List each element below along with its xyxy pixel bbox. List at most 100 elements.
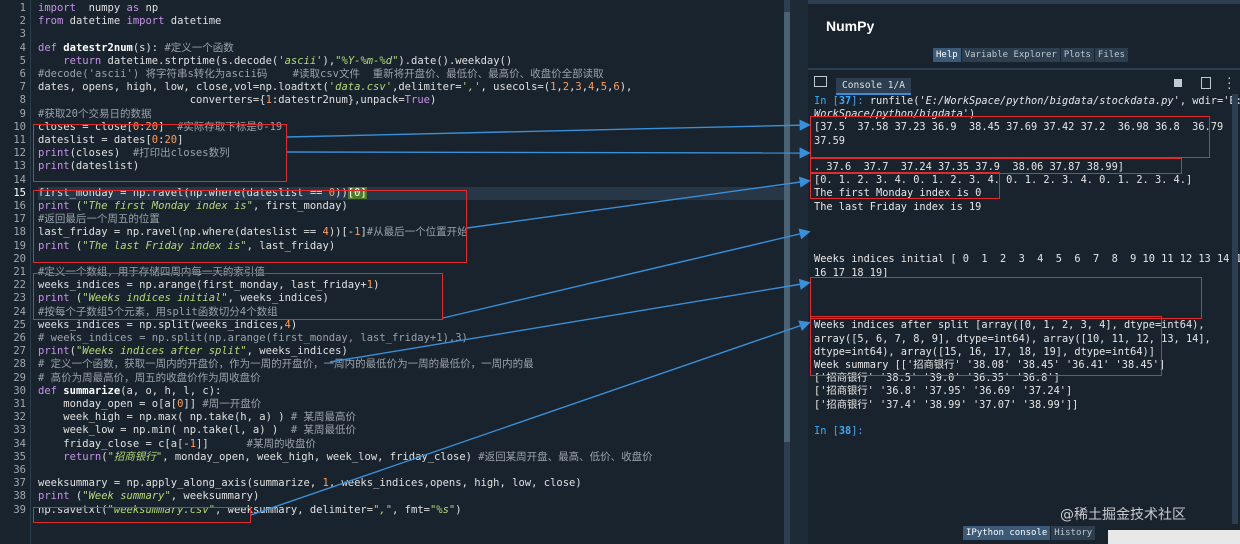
code-token: "%Y-%m-%d" [335, 54, 399, 67]
code-line[interactable]: # 高价为周最高价，周五的收盘价作为周收盘价 [38, 372, 261, 385]
line-number: 24 [13, 305, 26, 318]
line-number: 21 [13, 266, 26, 278]
line-number: 23 [13, 292, 26, 305]
code-token: , wdir='E:/ [1179, 95, 1240, 107]
code-editor[interactable]: 1 2 3 4 5 6 7 8 9 10 11 12 13 14 15 16 17 18 19 20 21 22 23 24 2… [0, 0, 790, 544]
tab-help[interactable]: Help [933, 48, 962, 62]
tab-files[interactable]: Files [1094, 48, 1129, 62]
code-line[interactable]: return("招商银行", monday_open, week_high, w… [38, 450, 652, 464]
code-token: "," [373, 503, 393, 516]
code-line[interactable]: return datetime.strptime(s.decode('ascii… [38, 55, 512, 68]
annotation-box-out-closes [810, 116, 1210, 158]
code-line[interactable]: # weeks_indices = np.split(np.arange(fir… [38, 332, 468, 345]
code-token: 'E:/WorkSpace/python/bigdata/stockdata.p… [919, 95, 1180, 107]
code-line[interactable]: # 定义一个函数，获取一周内的开盘价，作为一周的开盘价，一周内的最低价为一周的最… [38, 358, 534, 371]
code-token: converters={ [38, 94, 266, 107]
annotation-box-code-week-summary [33, 507, 251, 523]
code-token: week_low = np.min( np.take(l, a) ) [38, 424, 291, 437]
line-number: 4 [19, 41, 26, 54]
line-number: 16 [13, 200, 26, 212]
tab-history[interactable]: History [1051, 526, 1097, 540]
code-line[interactable]: def datestr2num(s): #定义一个函数 [38, 42, 234, 55]
line-number: 37 [13, 477, 26, 490]
code-token: ]] [196, 437, 247, 450]
help-title: NumPy [826, 18, 875, 34]
line-number: 31 [13, 398, 26, 410]
code-line[interactable]: import numpy as np [38, 2, 158, 15]
line-number: 12 [13, 147, 26, 160]
code-token: def [38, 41, 57, 54]
taskbar-strip [1108, 530, 1240, 544]
code-token: ) [455, 503, 462, 516]
code-line[interactable]: #decode('ascii') 将字符串s转化为ascii码 #读取csv文件… [38, 68, 604, 81]
code-token: , usecols=( [480, 81, 551, 94]
code-token: ), [619, 81, 633, 94]
line-number: 15 [13, 186, 26, 199]
line-number: 10 [13, 120, 26, 133]
code-token: # weeks_indices = np.split(np.arange(fir… [38, 332, 468, 344]
options-menu-icon[interactable]: · · · [1226, 73, 1233, 94]
line-number: 27 [13, 345, 26, 358]
code-line[interactable]: week_low = np.min( np.take(l, a) ) # 某周最… [38, 424, 356, 437]
pane-splitter[interactable] [790, 0, 808, 544]
code-token: , weeks_indices) [246, 345, 348, 358]
line-number: 18 [13, 226, 26, 239]
code-token: "Weeks indices after split" [75, 345, 247, 358]
code-token: ( [69, 490, 83, 503]
code-token: ['招商银行' '37.4' '38.99' '37.07' '38.99']] [814, 398, 1079, 411]
line-number: 13 [13, 160, 26, 173]
code-token: summarize [63, 384, 121, 397]
console-line: In [37]: runfile('E:/WorkSpace/python/bi… [814, 95, 1240, 108]
code-token: , monday_open, week_high, week_low, frid… [162, 450, 479, 463]
code-area[interactable]: import numpy as np from datetime import d… [38, 0, 790, 544]
copy-icon[interactable] [1201, 77, 1211, 89]
console-scrollbar[interactable] [1232, 94, 1238, 524]
line-number: 19 [13, 239, 26, 252]
code-line[interactable]: friday_close = c[a[-1]] #某周的收盘价 [38, 438, 316, 451]
code-line[interactable]: monday_open = o[a[0]] #周一开盘价 [38, 398, 261, 411]
code-token: import [126, 15, 165, 28]
code-line[interactable]: weeks_indices = np.split(weeks_indices,4… [38, 319, 297, 332]
code-line[interactable]: weeksummary = np.apply_along_axis(summar… [38, 477, 582, 490]
code-line[interactable]: week_high = np.max( np.take(h, a) ) # 某周… [38, 411, 356, 424]
line-number: 5 [19, 54, 26, 67]
code-token: datetime [63, 15, 127, 28]
line-number: 32 [13, 411, 26, 424]
code-line[interactable]: from datetime import datetime [38, 15, 221, 28]
code-token: #decode('ascii') 将字符串s转化为ascii码 #读取csv文件… [38, 68, 604, 80]
line-number: 26 [13, 332, 26, 344]
watermark: @稀土掘金技术社区 [1060, 507, 1186, 523]
line-number: 30 [13, 384, 26, 397]
code-token: 'ascii' [278, 54, 323, 67]
stop-icon[interactable] [1174, 79, 1182, 87]
code-token: # 定义一个函数，获取一周内的开盘价，作为一周的开盘价，一周内的最低价为一周的最… [38, 358, 534, 371]
code-token: week_high = np.max( np.take(h, a) ) [38, 411, 291, 424]
tab-ipython-console[interactable]: IPython console [963, 526, 1052, 540]
code-token: In [ [814, 95, 839, 107]
code-line[interactable]: #获取20个交易日的数据 [38, 108, 151, 121]
code-line[interactable]: print ("Week summary", weeksummary) [38, 490, 259, 503]
code-token: datetime.strptime(s.decode( [101, 54, 279, 67]
annotation-box-code-weeks-indices [33, 273, 443, 320]
tab-plots[interactable]: Plots [1060, 48, 1095, 62]
console-pane-icon[interactable] [814, 76, 827, 87]
line-number: 2 [19, 15, 26, 28]
code-token: 37 [838, 95, 852, 107]
code-line[interactable]: dates, opens, high, low, close,vol=np.lo… [38, 81, 632, 94]
line-number: 3 [19, 28, 26, 41]
console-line: ['招商银行' '36.8' '37.95' '36.69' '37.24'] [814, 385, 1072, 398]
console-header: Console 1/A · · · [808, 70, 1240, 95]
code-token: import [38, 2, 76, 14]
code-token: print [38, 490, 70, 503]
annotation-box-code-closes [33, 124, 287, 182]
code-token: return [63, 54, 102, 67]
line-number: 25 [13, 318, 26, 331]
tab-console-1a[interactable]: Console 1/A [836, 78, 911, 95]
code-token: ), [322, 54, 336, 67]
code-token: #某周的收盘价 [246, 437, 316, 450]
code-token: 38 [838, 425, 852, 437]
tab-variable-explorer[interactable]: Variable Explorer [961, 48, 1061, 62]
code-line[interactable]: print("Weeks indices after split", weeks… [38, 345, 348, 358]
code-line[interactable]: def summarize(a, o, h, l, c): [38, 385, 221, 398]
code-line[interactable]: converters={1:datestr2num},unpack=True) [38, 94, 437, 107]
